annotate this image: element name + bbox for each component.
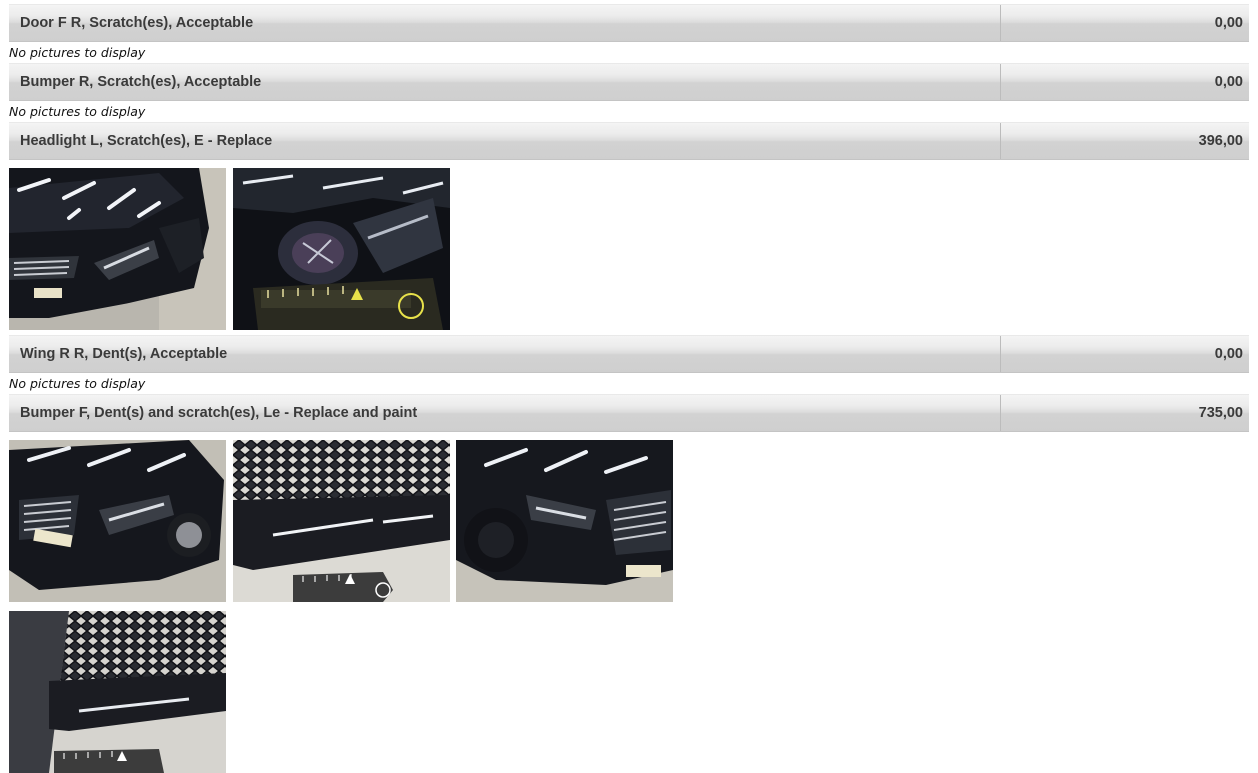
no-pictures-message: No pictures to display <box>9 45 146 60</box>
damage-amount: 0,00 <box>1214 15 1243 31</box>
damage-description: Bumper F, Dent(s) and scratch(es), Le - … <box>9 395 1001 431</box>
damage-row-bumper-f[interactable]: Bumper F, Dent(s) and scratch(es), Le - … <box>9 394 1249 432</box>
damage-row-bumper-r[interactable]: Bumper R, Scratch(es), Acceptable 0,00 <box>9 63 1249 101</box>
damage-description: Door F R, Scratch(es), Acceptable <box>9 5 1001 41</box>
damage-photo-thumbnail[interactable] <box>233 168 450 330</box>
damage-amount: 735,00 <box>1198 405 1243 421</box>
damage-photo-thumbnail[interactable] <box>233 440 450 602</box>
damage-amount: 0,00 <box>1214 74 1243 90</box>
bumper-grille-closeup-photo <box>9 611 226 773</box>
damage-amount: 396,00 <box>1198 133 1243 149</box>
headlight-closeup-photo <box>233 168 450 330</box>
damage-list: Door F R, Scratch(es), Acceptable 0,00 N… <box>0 0 1258 773</box>
damage-row-wing-r-r[interactable]: Wing R R, Dent(s), Acceptable 0,00 <box>9 335 1249 373</box>
damage-amount: 0,00 <box>1214 346 1243 362</box>
damage-row-headlight-l[interactable]: Headlight L, Scratch(es), E - Replace 39… <box>9 122 1249 160</box>
damage-description: Bumper R, Scratch(es), Acceptable <box>9 64 1001 100</box>
damage-photo-thumbnail[interactable] <box>9 611 226 773</box>
no-pictures-message: No pictures to display <box>9 104 146 119</box>
damage-description: Headlight L, Scratch(es), E - Replace <box>9 123 1001 159</box>
car-front-photo <box>456 440 673 602</box>
damage-photo-thumbnail[interactable] <box>456 440 673 602</box>
damage-photo-thumbnail[interactable] <box>9 168 226 330</box>
damage-description: Wing R R, Dent(s), Acceptable <box>9 336 1001 372</box>
no-pictures-message: No pictures to display <box>9 376 146 391</box>
car-front-photo <box>9 440 226 602</box>
damage-photo-thumbnail[interactable] <box>9 440 226 602</box>
car-front-photo <box>9 168 226 330</box>
damage-row-door-f-r[interactable]: Door F R, Scratch(es), Acceptable 0,00 <box>9 4 1249 42</box>
bumper-grille-closeup-photo <box>233 440 450 602</box>
